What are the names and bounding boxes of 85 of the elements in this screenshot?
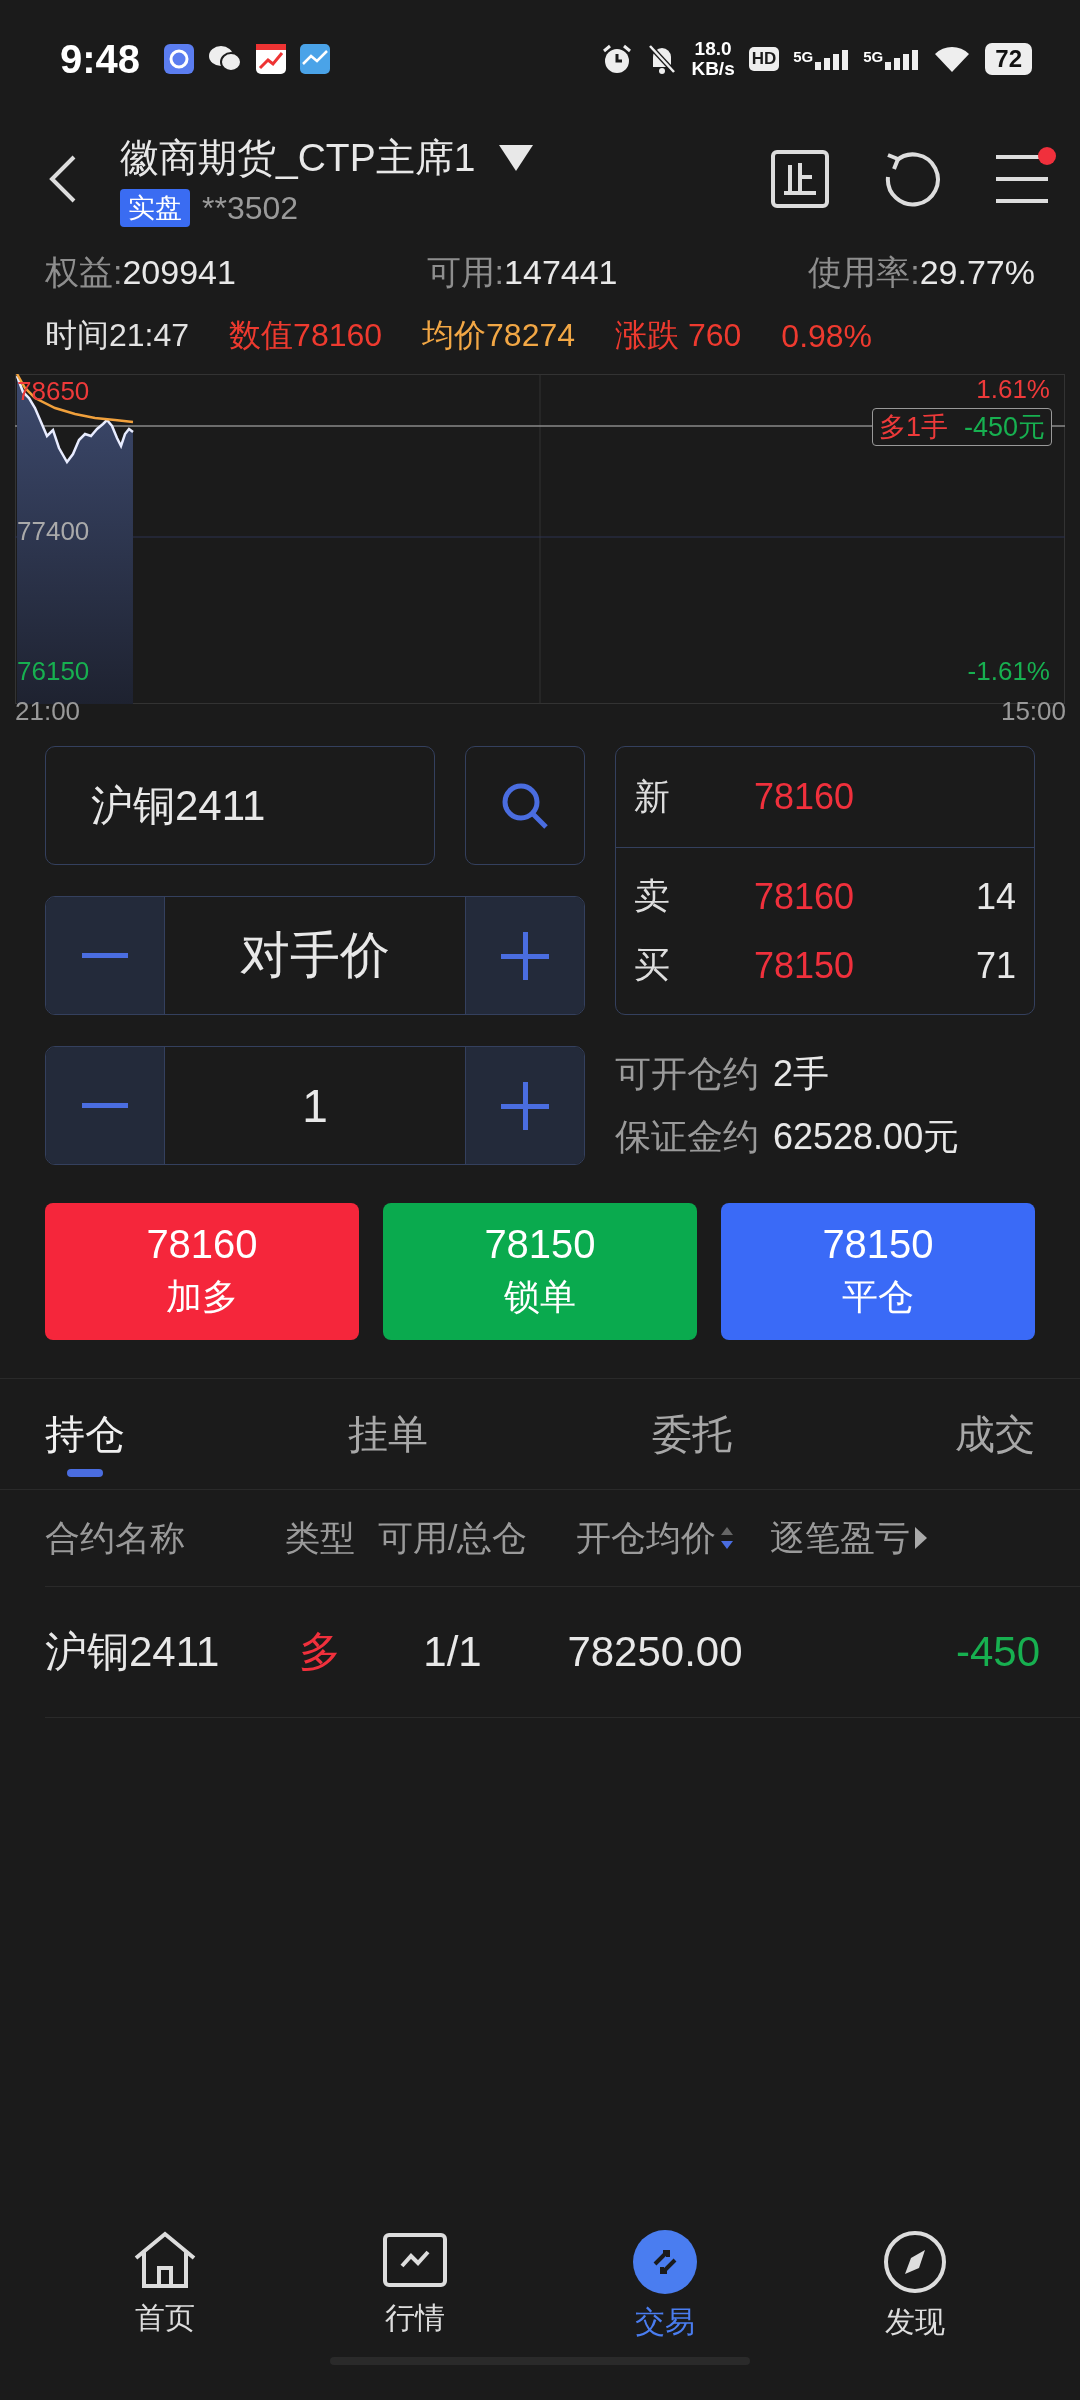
quote-info: 涨跌 760 <box>615 316 742 355</box>
nav-item[interactable]: 交易 <box>585 2230 745 2343</box>
quote-price: 78160 <box>754 875 856 918</box>
quote-info: 数值78160 <box>229 316 383 355</box>
tab[interactable]: 成交 <box>955 1379 1035 1489</box>
increase-price-button[interactable] <box>466 897 584 1014</box>
quote-label: 新 <box>634 774 671 819</box>
dropdown-icon[interactable] <box>499 145 534 171</box>
table-cell-text: 多 <box>299 1627 341 1677</box>
quote-info: 时间21:47 <box>45 316 190 355</box>
chart-icon <box>382 2230 448 2290</box>
quote-price: 78150 <box>754 944 856 987</box>
low-price-label: 76150 <box>17 656 90 687</box>
quote-label: 卖 <box>634 874 671 918</box>
end-time-label: 15:00 <box>1000 696 1066 727</box>
scroll-right-icon[interactable] <box>914 1526 928 1550</box>
symbol-field[interactable]: 沪铜2411 <box>45 746 435 865</box>
minus-icon <box>82 952 128 959</box>
column-header[interactable]: 开仓均价 <box>576 1514 716 1562</box>
hd-voice-badge: HD <box>748 47 780 71</box>
menu-icon[interactable] <box>994 153 1050 205</box>
capacity-label: 可开仓约 <box>615 1052 759 1094</box>
low-percent-label: -1.61% <box>967 656 1050 687</box>
tab[interactable]: 委托 <box>651 1379 732 1489</box>
network-type-label: 5G <box>793 48 814 65</box>
stat-label: 权益: <box>45 253 123 291</box>
signal-icon <box>815 48 850 70</box>
chat-icon <box>208 45 243 73</box>
chart-app-icon <box>256 44 287 74</box>
column-header[interactable]: 可用/总仓 <box>377 1514 528 1562</box>
order-button[interactable]: 78160 加多 <box>45 1203 359 1340</box>
table-cell-text: 沪铜2411 <box>45 1627 220 1677</box>
table-cell: 1/1 <box>423 1628 482 1676</box>
stop-order-icon[interactable] <box>770 149 830 209</box>
app-icon <box>164 44 195 74</box>
high-percent-label: 1.61% <box>976 374 1050 405</box>
account-number: **3502 <box>202 189 299 227</box>
plus-icon <box>501 931 549 980</box>
network-speed: 18.0 <box>694 39 732 59</box>
wifi-icon <box>933 44 972 74</box>
column-header[interactable]: 类型 <box>285 1514 355 1562</box>
order-button[interactable]: 78150 平仓 <box>721 1203 1035 1340</box>
column-header[interactable]: 合约名称 <box>45 1514 185 1562</box>
stat-value: 209941 <box>122 253 236 291</box>
nav-item[interactable]: 首页 <box>85 2230 245 2343</box>
network-speed-unit: KB/s <box>691 59 735 79</box>
quote-price: 78160 <box>754 776 856 818</box>
capacity-value: 62528.00元 <box>773 1115 960 1157</box>
network-type-label: 5G <box>863 48 884 65</box>
stat-label: 使用率: <box>808 253 920 291</box>
start-time-label: 21:00 <box>15 696 81 727</box>
nav-item[interactable]: 发现 <box>835 2230 995 2343</box>
table-cell: 78250.00 <box>567 1628 743 1676</box>
increase-quantity-button[interactable] <box>466 1047 584 1164</box>
battery-level: 72 <box>985 43 1032 75</box>
signal-icon <box>885 48 920 70</box>
stat-value: 29.77% <box>919 253 1035 291</box>
stat-value: 147441 <box>504 253 618 291</box>
live-account-tag: 实盘 <box>120 189 190 227</box>
minus-icon <box>82 1102 128 1109</box>
search-button[interactable] <box>465 746 585 865</box>
home-icon <box>132 2230 198 2290</box>
compass-icon <box>883 2230 947 2294</box>
clock-time: 9:48 <box>60 36 141 82</box>
capacity-label: 保证金约 <box>615 1115 759 1157</box>
mid-price-label: 77400 <box>17 516 90 547</box>
stock-app-icon <box>300 44 331 74</box>
quote-info: 0.98% <box>781 317 873 355</box>
quote-volume: 71 <box>975 944 1016 987</box>
quote-volume: 14 <box>975 875 1016 918</box>
quote-info: 均价78274 <box>422 316 576 355</box>
position-tag: 多1手 -450元 <box>871 408 1052 446</box>
bell-off-icon <box>647 43 678 75</box>
stat-label: 可用: <box>426 253 505 291</box>
plus-icon <box>501 1081 549 1130</box>
capacity-value: 2手 <box>773 1052 830 1094</box>
nav-item[interactable]: 行情 <box>335 2230 495 2343</box>
tab[interactable]: 挂单 <box>348 1379 429 1489</box>
exchange-icon <box>633 2230 697 2294</box>
quote-label: 买 <box>634 943 671 987</box>
column-header[interactable]: 逐笔盈亏 <box>770 1514 910 1562</box>
alarm-icon <box>601 43 634 75</box>
tab[interactable]: 持仓 <box>45 1379 125 1489</box>
table-cell: -450 <box>955 1628 1040 1676</box>
account-title[interactable]: 徽商期货_CTP主席1 <box>120 131 476 185</box>
